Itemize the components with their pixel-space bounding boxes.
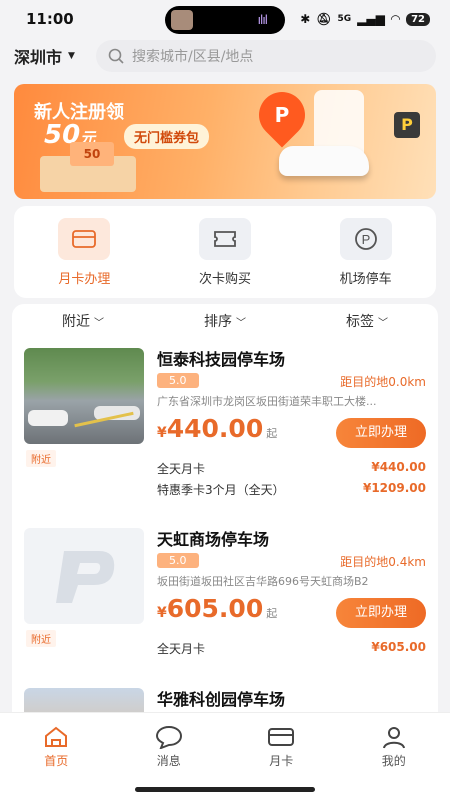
lot-photo-placeholder [24,528,144,624]
tab-label: 首页 [44,754,69,768]
plan-name: 全天月卡 [157,642,206,656]
plan-row[interactable]: 全天月卡 ¥605.00 [157,640,426,657]
banner-tag: 无门槛券包 [124,124,210,149]
tab-label: 我的 [381,754,406,768]
promo-banner[interactable]: 新人注册领 50元 无门槛券包 50 P P [14,84,436,199]
battery-indicator: 72 [406,12,430,26]
svg-text:P: P [361,232,370,247]
filter-sort[interactable]: 排序 ﹀ [204,311,246,331]
plan-row[interactable]: 特惠季卡3个月（全天） ¥1209.00 [157,481,426,498]
avatar [171,10,193,30]
card-icon [58,218,111,260]
plan-name: 特惠季卡3个月（全天） [157,483,285,497]
parking-icon: P [339,218,392,260]
plan-price: ¥605.00 [371,640,426,654]
lot-name: 天虹商场停车场 [157,530,270,549]
filter-tags[interactable]: 标签 ﹀ [346,311,388,331]
plan-price: ¥1209.00 [362,481,426,495]
parking-sign-icon: P [394,112,420,138]
plan-row[interactable]: 全天月卡 ¥440.00 [157,460,426,477]
filter-bar: 附近 ﹀ 排序 ﹀ 标签 ﹀ [12,304,438,338]
location-pin-logo: P [249,84,315,148]
quick-airport-parking[interactable]: P 机场停车 [306,218,426,298]
search-icon [108,48,124,64]
nearby-badge: 附近 [26,630,56,647]
plan-name: 全天月卡 [157,462,206,476]
card-icon [268,728,295,746]
user-icon [382,727,405,749]
banner-note: 50 [70,142,114,166]
chevron-down-icon: ﹀ [94,318,104,329]
wifi-icon: ◠ [390,12,401,26]
city-label: 深圳市 [14,48,63,67]
quick-label: 月卡办理 [58,272,111,287]
search-placeholder: 搜索城市/区县/地点 [132,49,254,65]
header: 深圳市 ▼ 搜索城市/区县/地点 [0,38,450,74]
quick-ticket[interactable]: 次卡购买 [165,218,285,298]
distance-label: 距目的地0.0km [340,375,426,389]
lot-address: 坂田街道坂田社区吉华路696号天虹商场B2 [157,575,369,588]
audio-wave-icon: ılıl [257,13,268,27]
chevron-down-icon: ﹀ [236,318,246,329]
search-input[interactable]: 搜索城市/区县/地点 [96,40,436,72]
bluetooth-icon: ✱ [300,12,311,26]
ticket-icon [198,218,251,260]
lot-address: 广东省深圳市龙岗区坂田街道荣丰职工大楼... [157,395,377,408]
status-time: 11:00 [26,10,74,28]
car-illustration [279,146,369,176]
chevron-down-icon: ﹀ [378,318,388,329]
tab-profile[interactable]: 我的 [354,725,434,800]
apply-button[interactable]: 立即办理 [336,418,426,448]
nearby-badge: 附近 [26,450,56,467]
lot-name: 华雅科创园停车场 [157,690,286,709]
tab-label: 月卡 [269,754,294,768]
message-icon [155,725,182,749]
rating-badge: 5.0 [157,553,199,568]
lot-card[interactable]: 附近 天虹商场停车场 5.0 距目的地0.4km 坂田街道坂田社区吉华路696号… [12,518,438,668]
quick-label: 机场停车 [339,272,392,287]
apply-button[interactable]: 立即办理 [336,598,426,628]
quick-monthly-card[interactable]: 月卡办理 [24,218,144,298]
home-indicator[interactable] [135,787,315,792]
gift-box-illustration: 50 [40,142,136,192]
home-icon [45,726,68,747]
city-selector[interactable]: 深圳市 ▼ [14,44,96,68]
caret-down-icon: ▼ [68,51,75,61]
plan-price: ¥440.00 [371,460,426,474]
mute-icon: 🔕︎ [316,12,332,26]
parking-logo-icon [56,551,115,603]
status-icons: ✱ 🔕︎ 5G ▂▄▆ ◠ 72 [300,12,430,26]
lot-photo [24,348,144,444]
quick-actions: 月卡办理 次卡购买 P 机场停车 [14,206,436,298]
filter-nearby[interactable]: 附近 ﹀ [62,311,104,331]
lot-name: 恒泰科技园停车场 [157,350,286,369]
lot-price: ¥605.00 起 [157,594,278,623]
dynamic-island: ılıl [165,6,285,34]
distance-label: 距目的地0.4km [340,555,426,569]
lot-price: ¥440.00 起 [157,414,278,443]
rating-badge: 5.0 [157,373,199,388]
lot-card[interactable]: 附近 恒泰科技园停车场 5.0 距目的地0.0km 广东省深圳市龙岗区坂田街道荣… [12,338,438,510]
signal-icon: ▂▄▆ [357,12,385,26]
tab-home[interactable]: 首页 [16,725,96,800]
network-label: 5G [337,14,352,24]
tab-label: 消息 [156,754,181,768]
quick-label: 次卡购买 [198,272,251,287]
